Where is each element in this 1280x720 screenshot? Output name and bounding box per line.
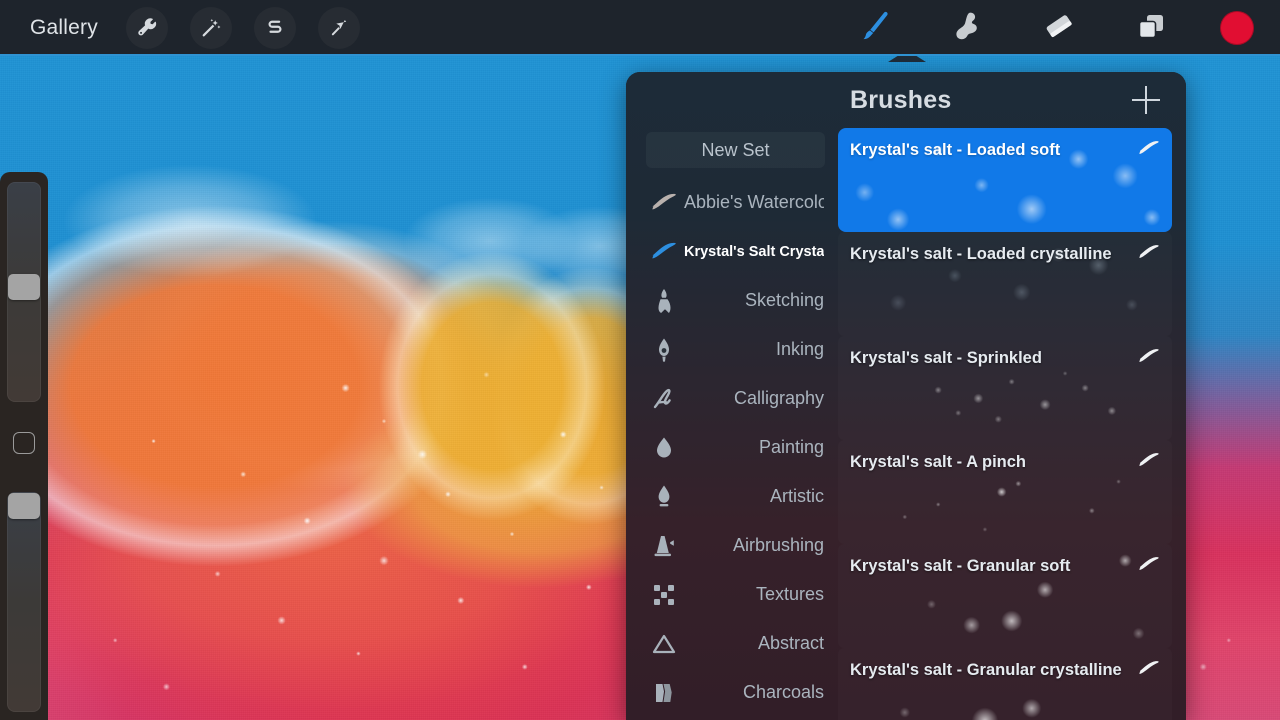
- brush-set-row[interactable]: Airbrushing: [626, 521, 838, 570]
- wand-icon: [200, 17, 222, 39]
- brush-stroke-icon: [1138, 452, 1162, 473]
- color-swatch-button[interactable]: [1220, 11, 1254, 45]
- brush-set-label: Textures: [755, 584, 824, 604]
- pencil-icon: [644, 288, 684, 314]
- brush-set-row[interactable]: Sketching: [626, 276, 838, 325]
- brush-size-slider[interactable]: [7, 182, 41, 402]
- toolbar-left-group: Gallery: [0, 7, 360, 49]
- brush-set-row[interactable]: Charcoals: [626, 668, 838, 717]
- brush-preview-stamp: [838, 648, 1172, 720]
- brush-set-label: Abstract: [757, 633, 824, 653]
- brush-row[interactable]: Krystal's salt - A pinch: [838, 440, 1172, 544]
- brush-size-slider-thumb[interactable]: [8, 274, 40, 300]
- brush-set-label: Artistic: [770, 486, 824, 506]
- brush-set-label: Sketching: [744, 290, 824, 310]
- flame-icon: [644, 484, 684, 510]
- toolbar-right-group: [852, 7, 1280, 49]
- brush-name-label: Krystal's salt - Sprinkled: [850, 349, 1042, 367]
- brush-set-label: Charcoals: [742, 682, 824, 702]
- triangle-icon: [644, 633, 684, 655]
- brush-name-label: Krystal's salt - Loaded crystalline: [850, 245, 1112, 263]
- brush-list-column[interactable]: Krystal's salt - Loaded soft Krystal's sa…: [838, 128, 1186, 720]
- s-curve-icon: [265, 18, 285, 38]
- brush-icon: [857, 9, 893, 48]
- brush-set-row[interactable]: Artistic: [626, 472, 838, 521]
- calligraphy-icon: [644, 386, 684, 412]
- brush-set-label: Abbie's Watercolour: [684, 192, 824, 212]
- smudge-tool[interactable]: [944, 7, 990, 49]
- brush-list: Krystal's salt - Loaded soft Krystal's sa…: [838, 128, 1172, 720]
- wrench-icon: [136, 17, 158, 39]
- brush-stroke-icon: [1138, 244, 1162, 265]
- transform-button[interactable]: [317, 7, 360, 49]
- adjustments-wand-button[interactable]: [189, 7, 232, 49]
- actions-wrench-button[interactable]: [125, 7, 168, 49]
- eraser-tool[interactable]: [1036, 7, 1082, 49]
- brush-set-row[interactable]: Textures: [626, 570, 838, 619]
- brush-set-row[interactable]: Krystal's Salt Crystals: [626, 227, 838, 276]
- checker-icon: [644, 583, 684, 607]
- new-set-button[interactable]: New Set: [646, 132, 825, 168]
- brush-sets-list: Abbie's Watercolour Krystal's Salt Crysta…: [626, 178, 838, 717]
- brush-stroke-icon: [1138, 556, 1162, 577]
- smudge-icon: [950, 10, 984, 47]
- brush-set-label: Calligraphy: [733, 388, 824, 408]
- gallery-button[interactable]: Gallery: [24, 14, 104, 42]
- brush-row[interactable]: Krystal's salt - Granular soft: [838, 544, 1172, 648]
- brush-stroke-icon: [1138, 140, 1162, 161]
- brush-set-label: Airbrushing: [732, 535, 824, 555]
- selection-button[interactable]: [253, 7, 296, 49]
- brush-name-label: Krystal's salt - Loaded soft: [850, 141, 1061, 159]
- brush-name-label: Krystal's salt - A pinch: [850, 453, 1026, 471]
- panel-header: Brushes: [626, 72, 1186, 128]
- brush-set-row[interactable]: Painting: [626, 423, 838, 472]
- layers-tool[interactable]: [1128, 7, 1174, 49]
- brush-name-label: Krystal's salt - Granular soft: [850, 557, 1071, 575]
- airbrush-icon: [644, 533, 684, 559]
- brush-set-row[interactable]: Abstract: [626, 619, 838, 668]
- arrow-icon: [329, 18, 349, 38]
- panel-title: Brushes: [850, 86, 952, 114]
- brush-name-label: Krystal's salt - Granular crystalline: [850, 661, 1122, 679]
- left-tool-sidebar: [0, 172, 48, 720]
- modify-square-button[interactable]: [13, 432, 35, 454]
- nib-icon: [644, 337, 684, 363]
- brush-set-row[interactable]: Calligraphy: [626, 374, 838, 423]
- procreate-app-window: Gallery Brushes New Set Abbie's Watercol…: [0, 0, 1280, 720]
- brush-set-label: Painting: [758, 437, 824, 457]
- opacity-slider[interactable]: [7, 492, 41, 712]
- top-toolbar: Gallery: [0, 0, 1280, 56]
- stroke-blue-icon: [644, 241, 684, 263]
- eraser-icon: [1042, 11, 1076, 46]
- stroke-icon: [644, 192, 684, 214]
- brush-sets-column[interactable]: New Set Abbie's Watercolour Krystal's Sal…: [626, 128, 838, 720]
- brush-row[interactable]: Krystal's salt - Sprinkled: [838, 336, 1172, 440]
- layers-icon: [1134, 10, 1168, 47]
- brush-stroke-icon: [1138, 660, 1162, 681]
- charcoal-icon: [644, 680, 684, 706]
- brush-row[interactable]: Krystal's salt - Granular crystalline: [838, 648, 1172, 720]
- brush-set-label: Krystal's Salt Crystals: [684, 243, 824, 260]
- brushes-panel: Brushes New Set Abbie's Watercolour Kryst…: [626, 72, 1186, 720]
- panel-body: New Set Abbie's Watercolour Krystal's Sal…: [626, 128, 1186, 720]
- brush-set-row[interactable]: Abbie's Watercolour: [626, 178, 838, 227]
- brush-row[interactable]: Krystal's salt - Loaded soft: [838, 128, 1172, 232]
- opacity-slider-thumb[interactable]: [8, 493, 40, 519]
- brush-stroke-icon: [1138, 348, 1162, 369]
- brush-set-row[interactable]: Inking: [626, 325, 838, 374]
- brush-set-label: Inking: [775, 339, 824, 359]
- brush-row[interactable]: Krystal's salt - Loaded crystalline: [838, 232, 1172, 336]
- add-brush-button[interactable]: [1132, 86, 1160, 114]
- paint-brush-tool[interactable]: [852, 7, 898, 49]
- droplet-icon: [644, 435, 684, 461]
